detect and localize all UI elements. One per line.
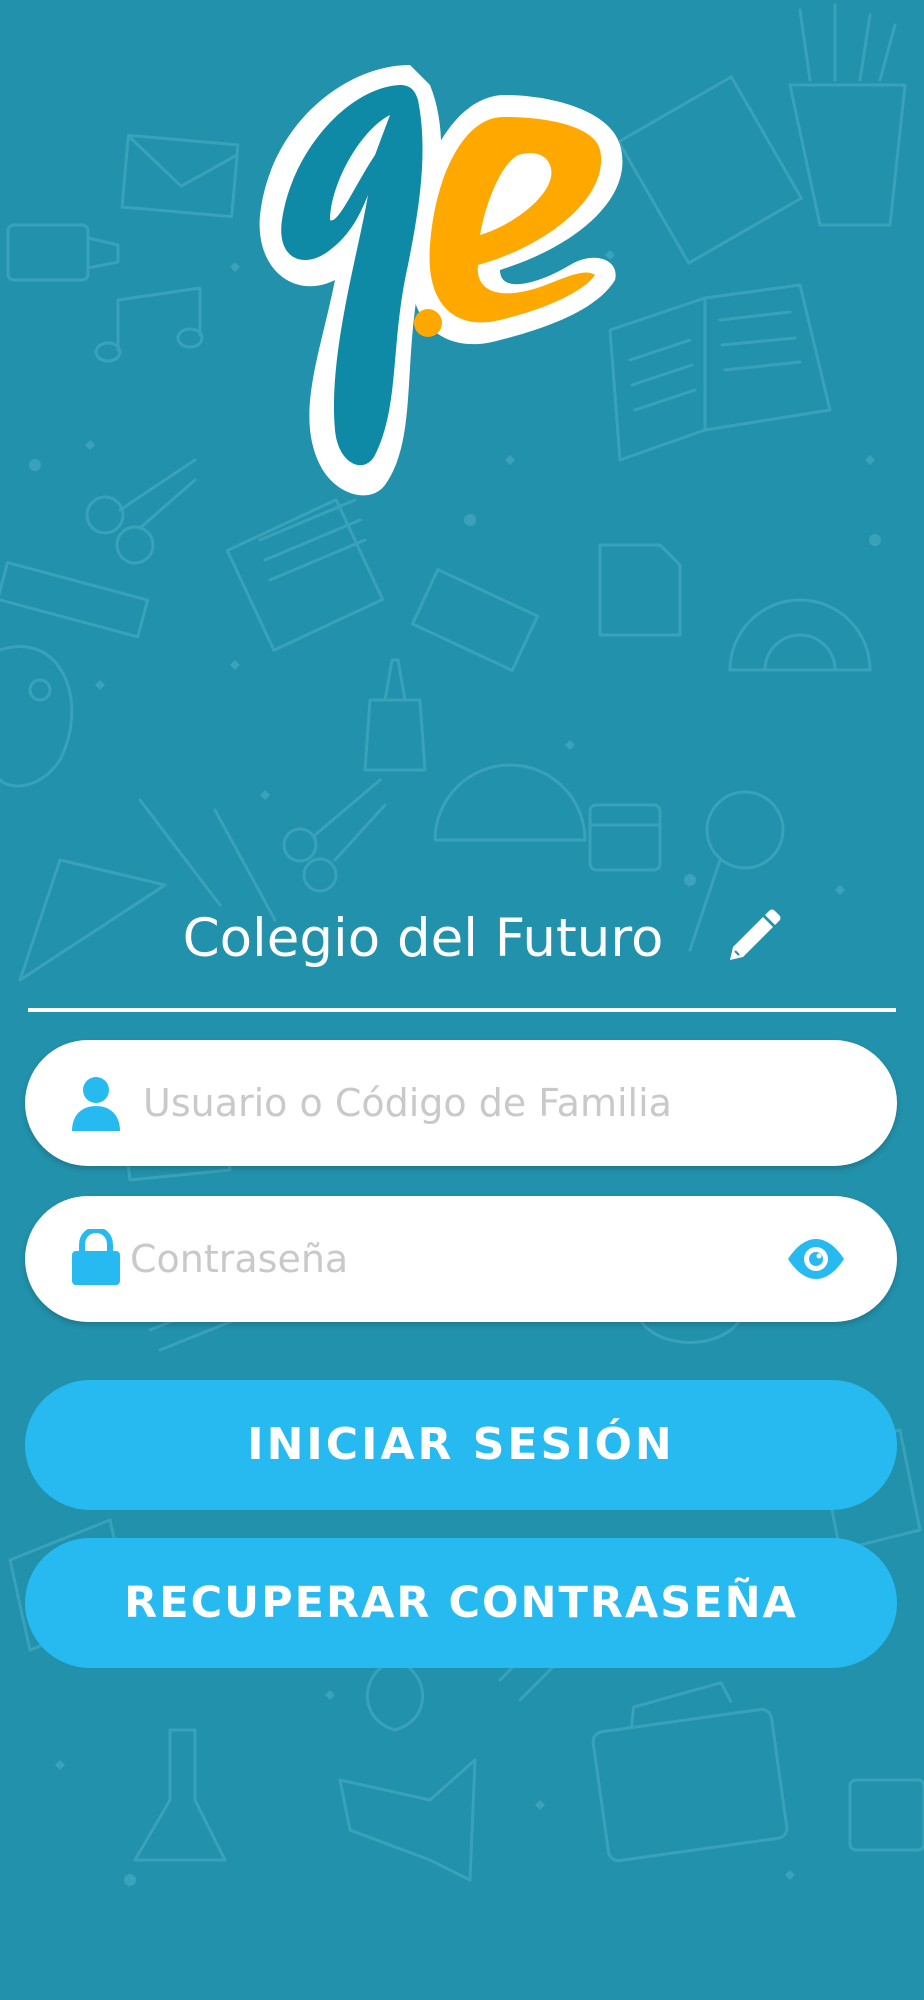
school-selector: Colegio del Futuro <box>28 890 896 1012</box>
edit-school-button[interactable] <box>718 906 784 972</box>
username-input[interactable] <box>143 1073 863 1133</box>
app-logo <box>259 65 623 496</box>
school-name: Colegio del Futuro <box>182 908 664 969</box>
user-icon <box>72 1077 120 1131</box>
password-input[interactable] <box>130 1229 760 1289</box>
pencil-icon <box>730 909 781 960</box>
school-underline <box>28 1008 896 1012</box>
username-field[interactable] <box>25 1040 897 1166</box>
recover-password-button[interactable]: RECUPERAR CONTRASEÑA <box>25 1538 897 1668</box>
password-field[interactable] <box>25 1196 897 1322</box>
login-button[interactable]: INICIAR SESIÓN <box>25 1380 897 1510</box>
eye-icon <box>788 1239 844 1279</box>
show-password-toggle[interactable] <box>785 1236 847 1282</box>
lock-icon <box>72 1229 120 1285</box>
